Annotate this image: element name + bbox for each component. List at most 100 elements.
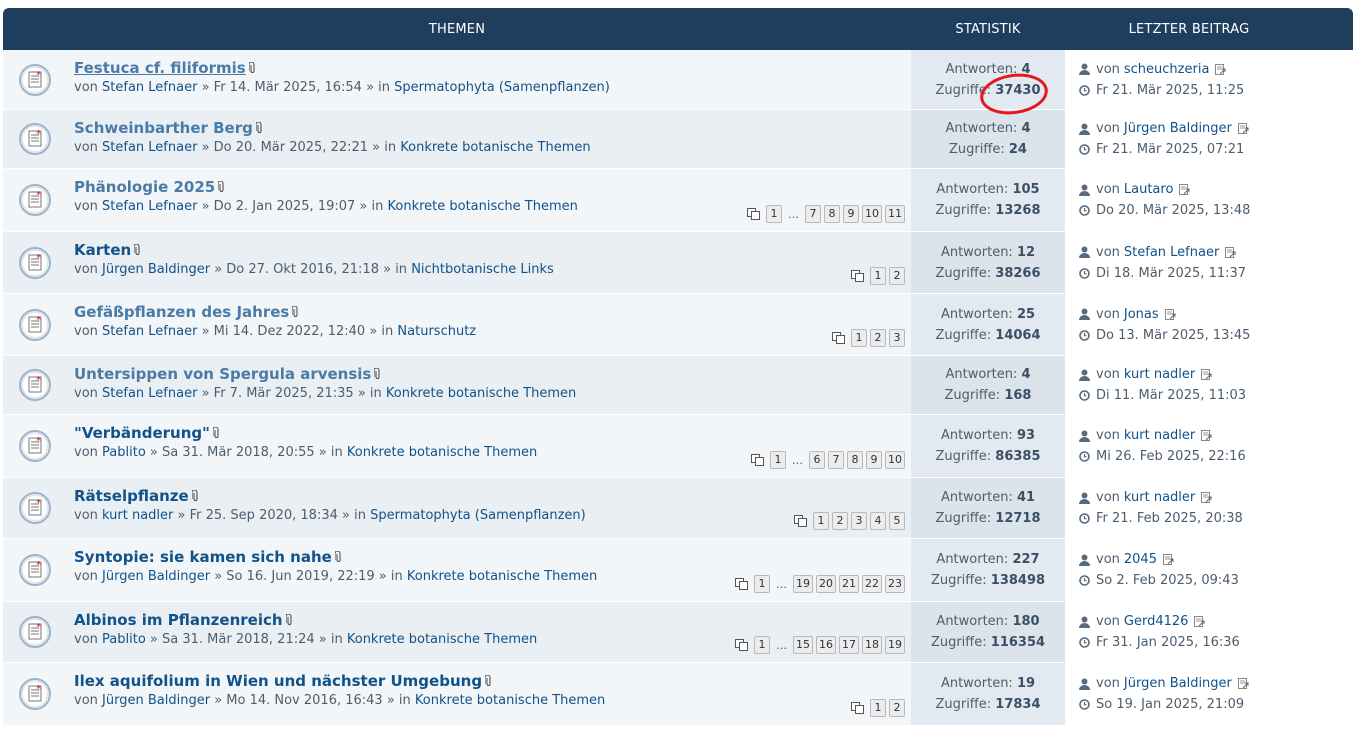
last-post-author-link[interactable]: Gerd4126 bbox=[1124, 611, 1189, 632]
goto-last-post-icon[interactable] bbox=[1201, 492, 1212, 503]
pagination-page-button[interactable]: 2 bbox=[889, 267, 905, 285]
last-post-author-link[interactable]: Jürgen Baldinger bbox=[1124, 118, 1232, 139]
topic-author-link[interactable]: Stefan Lefnaer bbox=[102, 199, 197, 214]
topic-author-link[interactable]: Stefan Lefnaer bbox=[102, 324, 197, 339]
pagination-page-button[interactable]: 21 bbox=[839, 575, 859, 593]
topic-title-link[interactable]: Schweinbarther Berg bbox=[74, 119, 253, 137]
goto-last-post-icon[interactable] bbox=[1179, 184, 1190, 195]
last-post-author-link[interactable]: kurt nadler bbox=[1124, 487, 1195, 508]
topic-author-link[interactable]: Stefan Lefnaer bbox=[102, 80, 197, 95]
topic-author-link[interactable]: Jürgen Baldinger bbox=[102, 569, 210, 584]
topic-forum-link[interactable]: Konkrete botanische Themen bbox=[400, 140, 590, 155]
pagination-page-button[interactable]: 2 bbox=[889, 699, 905, 717]
pagination-page-button[interactable]: 19 bbox=[885, 636, 905, 654]
last-post-author-link[interactable]: Stefan Lefnaer bbox=[1124, 242, 1219, 263]
topic-title-link[interactable]: "Verbänderung" bbox=[74, 424, 210, 442]
pages-icon bbox=[747, 208, 760, 220]
pagination-page-button[interactable]: 6 bbox=[809, 451, 825, 469]
pagination-page-button[interactable]: 19 bbox=[793, 575, 813, 593]
pagination-page-button[interactable]: 10 bbox=[885, 451, 905, 469]
pagination-page-button[interactable]: 9 bbox=[843, 205, 859, 223]
topic-title-link[interactable]: Festuca cf. filiformis bbox=[74, 59, 246, 77]
pagination-page-button[interactable]: 1 bbox=[870, 267, 886, 285]
goto-last-post-icon[interactable] bbox=[1201, 369, 1212, 380]
topic-forum-link[interactable]: Konkrete botanische Themen bbox=[407, 569, 597, 584]
pagination-page-button[interactable]: 22 bbox=[862, 575, 882, 593]
topic-icon-cell: * bbox=[3, 415, 66, 477]
pagination-page-button[interactable]: 16 bbox=[816, 636, 836, 654]
goto-last-post-icon[interactable] bbox=[1237, 123, 1249, 134]
pagination-page-button[interactable]: 9 bbox=[866, 451, 882, 469]
pagination-page-button[interactable]: 5 bbox=[889, 512, 905, 530]
topic-icon-cell: * bbox=[3, 232, 66, 293]
pagination-page-button[interactable]: 1 bbox=[766, 205, 782, 223]
replies-label: Antworten: bbox=[940, 244, 1013, 260]
topic-author-link[interactable]: Pablito bbox=[102, 632, 146, 647]
last-post-author-link[interactable]: scheuchzeria bbox=[1124, 59, 1210, 80]
topic-title-link[interactable]: Syntopie: sie kamen sich nahe bbox=[74, 548, 332, 566]
goto-last-post-icon[interactable] bbox=[1164, 308, 1176, 320]
topic-forum-link[interactable]: Spermatophyta (Samenpflanzen) bbox=[370, 508, 586, 523]
topic-forum-link[interactable]: Spermatophyta (Samenpflanzen) bbox=[394, 80, 610, 95]
topic-title-link[interactable]: Phänologie 2025 bbox=[74, 178, 215, 196]
goto-last-post-icon[interactable] bbox=[1201, 430, 1212, 441]
topic-author-link[interactable]: Stefan Lefnaer bbox=[102, 386, 197, 401]
pagination-page-button[interactable]: 10 bbox=[862, 205, 882, 223]
last-post-author-link[interactable]: Lautaro bbox=[1124, 179, 1174, 200]
topic-title-link[interactable]: Untersippen von Spergula arvensis bbox=[74, 365, 371, 383]
topic-author-link[interactable]: Pablito bbox=[102, 445, 146, 460]
pagination-page-button[interactable]: 1 bbox=[851, 329, 867, 347]
pagination-page-button[interactable]: 1 bbox=[813, 512, 829, 530]
topic-forum-link[interactable]: Konkrete botanische Themen bbox=[386, 386, 576, 401]
pagination-page-button[interactable]: 23 bbox=[885, 575, 905, 593]
goto-last-post-icon[interactable] bbox=[1162, 554, 1174, 565]
replies-stat: Antworten: 105 bbox=[936, 179, 1039, 200]
pagination-page-button[interactable]: 18 bbox=[862, 636, 882, 654]
pagination-page-button[interactable]: 1 bbox=[754, 575, 770, 593]
topic-title-link[interactable]: Gefäßpflanzen des Jahres bbox=[74, 303, 289, 321]
goto-last-post-icon[interactable] bbox=[1194, 616, 1205, 627]
goto-last-post-icon[interactable] bbox=[1215, 63, 1226, 75]
topic-forum-link[interactable]: Konkrete botanische Themen bbox=[347, 445, 537, 460]
topic-forum-link[interactable]: Konkrete botanische Themen bbox=[388, 199, 578, 214]
user-icon bbox=[1077, 430, 1091, 442]
pagination-page-button[interactable]: 3 bbox=[851, 512, 867, 530]
goto-last-post-icon[interactable] bbox=[1237, 678, 1249, 689]
topic-author-link[interactable]: Jürgen Baldinger bbox=[102, 693, 210, 708]
pagination-page-button[interactable]: 11 bbox=[885, 205, 905, 223]
pagination-page-button[interactable]: 15 bbox=[793, 636, 813, 654]
pagination-page-button[interactable]: 7 bbox=[828, 451, 844, 469]
pagination-page-button[interactable]: 2 bbox=[832, 512, 848, 530]
last-post-author-link[interactable]: 2045 bbox=[1124, 549, 1157, 570]
pagination-page-button[interactable]: 1 bbox=[770, 451, 786, 469]
topic-title-link[interactable]: Rätselpflanze bbox=[74, 487, 189, 505]
last-post-author-link[interactable]: Jürgen Baldinger bbox=[1124, 673, 1232, 694]
views-stat: Zugriffe: 24 bbox=[949, 139, 1027, 160]
meta-by-label: von bbox=[74, 140, 98, 155]
pagination-page-button[interactable]: 20 bbox=[816, 575, 836, 593]
pagination-page-button[interactable]: 1 bbox=[870, 699, 886, 717]
last-post-date-line: So 19. Jan 2025, 21:09 bbox=[1077, 694, 1353, 715]
topic-title-link[interactable]: Albinos im Pflanzenreich bbox=[74, 611, 283, 629]
topic-author-link[interactable]: Jürgen Baldinger bbox=[102, 262, 210, 277]
topic-author-link[interactable]: Stefan Lefnaer bbox=[102, 140, 197, 155]
pagination-page-button[interactable]: 2 bbox=[870, 329, 886, 347]
topic-author-link[interactable]: kurt nadler bbox=[102, 508, 173, 523]
pagination-page-button[interactable]: 7 bbox=[805, 205, 821, 223]
pagination-page-button[interactable]: 8 bbox=[824, 205, 840, 223]
pagination-page-button[interactable]: 1 bbox=[754, 636, 770, 654]
last-post-author-link[interactable]: kurt nadler bbox=[1124, 425, 1195, 446]
pagination-page-button[interactable]: 8 bbox=[847, 451, 863, 469]
topic-title-link[interactable]: Karten bbox=[74, 241, 131, 259]
last-post-author-link[interactable]: Jonas bbox=[1124, 304, 1159, 325]
topic-title-link[interactable]: Ilex aquifolium in Wien und nächster Umg… bbox=[74, 672, 482, 690]
pagination-page-button[interactable]: 3 bbox=[889, 329, 905, 347]
topic-forum-link[interactable]: Naturschutz bbox=[397, 324, 476, 339]
topic-forum-link[interactable]: Nichtbotanische Links bbox=[411, 262, 554, 277]
topic-forum-link[interactable]: Konkrete botanische Themen bbox=[415, 693, 605, 708]
pagination-page-button[interactable]: 17 bbox=[839, 636, 859, 654]
pagination-page-button[interactable]: 4 bbox=[870, 512, 886, 530]
last-post-author-link[interactable]: kurt nadler bbox=[1124, 364, 1195, 385]
goto-last-post-icon[interactable] bbox=[1225, 246, 1236, 258]
topic-forum-link[interactable]: Konkrete botanische Themen bbox=[347, 632, 537, 647]
